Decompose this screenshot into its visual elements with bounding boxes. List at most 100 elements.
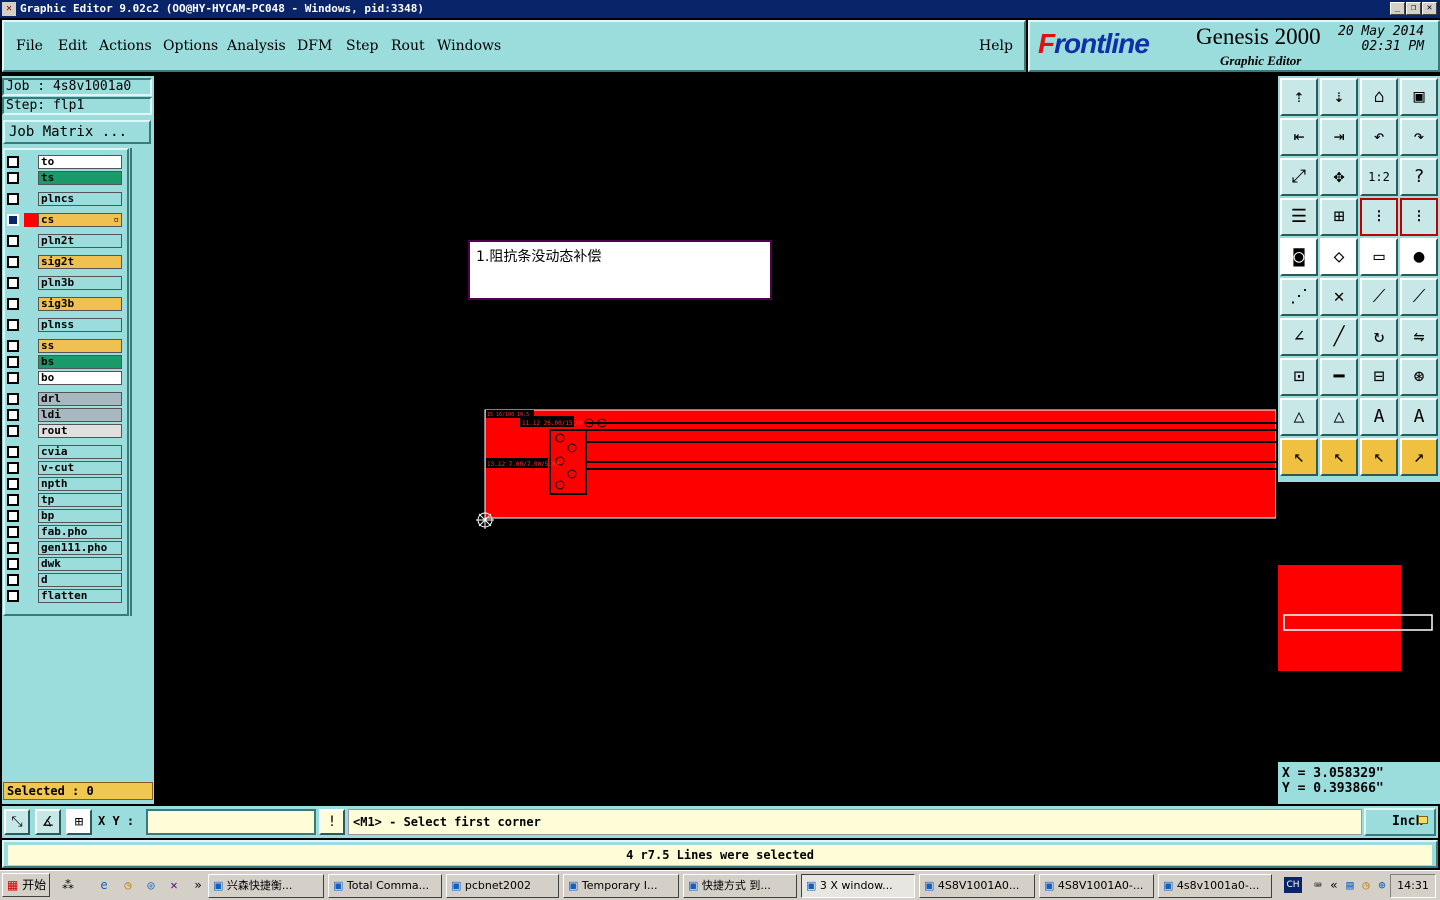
a-mod-icon[interactable]: A: [1400, 398, 1438, 436]
add-node-icon[interactable]: ⟋: [1360, 278, 1398, 316]
layer-checkbox[interactable]: [7, 409, 19, 421]
taskbar-button[interactable]: ▣ 4S8V1001A0-...: [1039, 874, 1154, 898]
layer-checkbox[interactable]: [7, 214, 19, 226]
layer-row-sig2t[interactable]: sig2t: [4, 255, 124, 269]
menu-file[interactable]: File: [16, 38, 43, 54]
undo-icon[interactable]: ↶: [1360, 118, 1398, 156]
taskbar-button[interactable]: ▣ pcbnet2002: [446, 874, 559, 898]
menu-actions[interactable]: Actions: [99, 38, 152, 54]
menu-rout[interactable]: Rout: [391, 38, 425, 54]
layer-row-bo[interactable]: bo: [4, 371, 124, 385]
home-icon[interactable]: ⌂: [1360, 78, 1398, 116]
layer-checkbox[interactable]: [7, 172, 19, 184]
ie-icon[interactable]: e: [96, 877, 112, 893]
tray-expand-icon[interactable]: «: [1326, 877, 1342, 893]
maximize-button[interactable]: ❐: [1406, 2, 1421, 15]
measure-box-icon[interactable]: ⊟: [1360, 358, 1398, 396]
layer-row-pln3b[interactable]: pln3b: [4, 276, 124, 290]
menu-step[interactable]: Step: [346, 38, 378, 54]
arc-icon[interactable]: ↻: [1360, 318, 1398, 356]
job-matrix-button[interactable]: Job Matrix ...: [3, 120, 151, 144]
graphic-canvas[interactable]: 11.12 26.00/15.00 13.12 7.00/7.00/5.00 1…: [156, 76, 1276, 804]
layer-checkbox[interactable]: [7, 319, 19, 331]
save-icon[interactable]: ⇣: [1320, 78, 1358, 116]
snap-mode-icon[interactable]: ⤡: [4, 809, 30, 835]
a-icon[interactable]: A: [1360, 398, 1398, 436]
taskbar-button[interactable]: ▣ 4s8v1001a0-...: [1158, 874, 1272, 898]
layer-checkbox[interactable]: [7, 298, 19, 310]
pointer-icon[interactable]: ↖: [1280, 438, 1318, 476]
taskbar-button[interactable]: ▣ Temporary I...: [563, 874, 679, 898]
layer-list-scrollbar[interactable]: [130, 148, 154, 616]
taskbar-button[interactable]: ▣ 兴森快捷衡...: [208, 874, 324, 898]
taskbar-button[interactable]: ▣ 4S8V1001A0...: [919, 874, 1035, 898]
alert-icon[interactable]: !: [319, 809, 345, 835]
layer-checkbox[interactable]: [7, 340, 19, 352]
language-indicator[interactable]: CH: [1284, 877, 1302, 893]
layer-checkbox[interactable]: [7, 574, 19, 586]
menu-dfm[interactable]: DFM: [297, 38, 332, 54]
layer-row-rout[interactable]: rout: [4, 424, 124, 438]
layer-checkbox[interactable]: [7, 558, 19, 570]
feature-display-icon[interactable]: ◙: [1280, 238, 1318, 276]
layer-row-bp[interactable]: bp: [4, 509, 124, 523]
move-node-icon[interactable]: ⟋: [1400, 278, 1438, 316]
triangle-2-icon[interactable]: △: [1320, 398, 1358, 436]
mirror-icon[interactable]: ⇋: [1400, 318, 1438, 356]
start-button[interactable]: ▦ 开始: [2, 873, 50, 897]
layer-checkbox[interactable]: [7, 462, 19, 474]
pointer-move-icon[interactable]: ↖: [1360, 438, 1398, 476]
triangle-icon[interactable]: △: [1280, 398, 1318, 436]
menu-options[interactable]: Options: [163, 38, 218, 54]
layer-checkbox[interactable]: [7, 277, 19, 289]
layer-row-ts[interactable]: ts: [4, 171, 124, 185]
layer-checkbox[interactable]: [7, 156, 19, 168]
layer-checkbox[interactable]: [7, 478, 19, 490]
system-clock[interactable]: 14:31: [1390, 874, 1436, 898]
snap-off-icon[interactable]: ⁝: [1400, 198, 1438, 236]
layer-checkbox[interactable]: [7, 542, 19, 554]
layer-row-cvia[interactable]: cvia: [4, 445, 124, 459]
menu-analysis[interactable]: Analysis: [227, 38, 286, 54]
angle-snap-icon[interactable]: ∡: [35, 809, 61, 835]
layer-row-fab.pho[interactable]: fab.pho: [4, 525, 124, 539]
layer-row-flatten[interactable]: flatten: [4, 589, 124, 603]
layer-checkbox[interactable]: [7, 590, 19, 602]
pad-icon[interactable]: ●: [1400, 238, 1438, 276]
layer-row-v-cut[interactable]: v-cut: [4, 461, 124, 475]
layer-row-pln2t[interactable]: pln2t: [4, 234, 124, 248]
settings-icon[interactable]: ☰: [1280, 198, 1318, 236]
layer-checkbox[interactable]: [7, 193, 19, 205]
xy-input[interactable]: [146, 809, 316, 835]
measure-pads-icon[interactable]: ⊛: [1400, 358, 1438, 396]
layer-row-ldi[interactable]: ldi: [4, 408, 124, 422]
layer-checkbox[interactable]: [7, 425, 19, 437]
layer-row-gen111.pho[interactable]: gen111.pho: [4, 541, 124, 555]
layer-checkbox[interactable]: [7, 494, 19, 506]
layer-row-tp[interactable]: tp: [4, 493, 124, 507]
edit-shape-icon[interactable]: ◇: [1320, 238, 1358, 276]
layer-checkbox[interactable]: [7, 235, 19, 247]
redo-icon[interactable]: ↷: [1400, 118, 1438, 156]
clock-app-icon[interactable]: ◷: [120, 877, 136, 893]
layer-row-d[interactable]: d: [4, 573, 124, 587]
measure-line-icon[interactable]: ━: [1320, 358, 1358, 396]
layer-checkbox[interactable]: [7, 256, 19, 268]
more-quicklaunch-icon[interactable]: »: [190, 877, 206, 893]
layer-row-drl[interactable]: drl: [4, 392, 124, 406]
app-icon[interactable]: ✕: [2, 2, 16, 16]
menu-help[interactable]: Help: [979, 38, 1013, 54]
layer-row-bs[interactable]: bs: [4, 355, 124, 369]
zoom-center-icon[interactable]: ✥: [1320, 158, 1358, 196]
layer-checkbox[interactable]: [7, 372, 19, 384]
pan-left-icon[interactable]: ⇤: [1280, 118, 1318, 156]
snap-on-icon[interactable]: ⁝: [1360, 198, 1398, 236]
layer-row-sig3b[interactable]: sig3b: [4, 297, 124, 311]
help-icon[interactable]: ?: [1400, 158, 1438, 196]
layer-checkbox[interactable]: [7, 393, 19, 405]
pointer-select-icon[interactable]: ↖: [1320, 438, 1358, 476]
x-window-icon[interactable]: ✕: [166, 877, 182, 893]
overview-map[interactable]: [1278, 484, 1440, 760]
layer-row-to[interactable]: to: [4, 155, 124, 169]
window-icon[interactable]: ▣: [1400, 78, 1438, 116]
